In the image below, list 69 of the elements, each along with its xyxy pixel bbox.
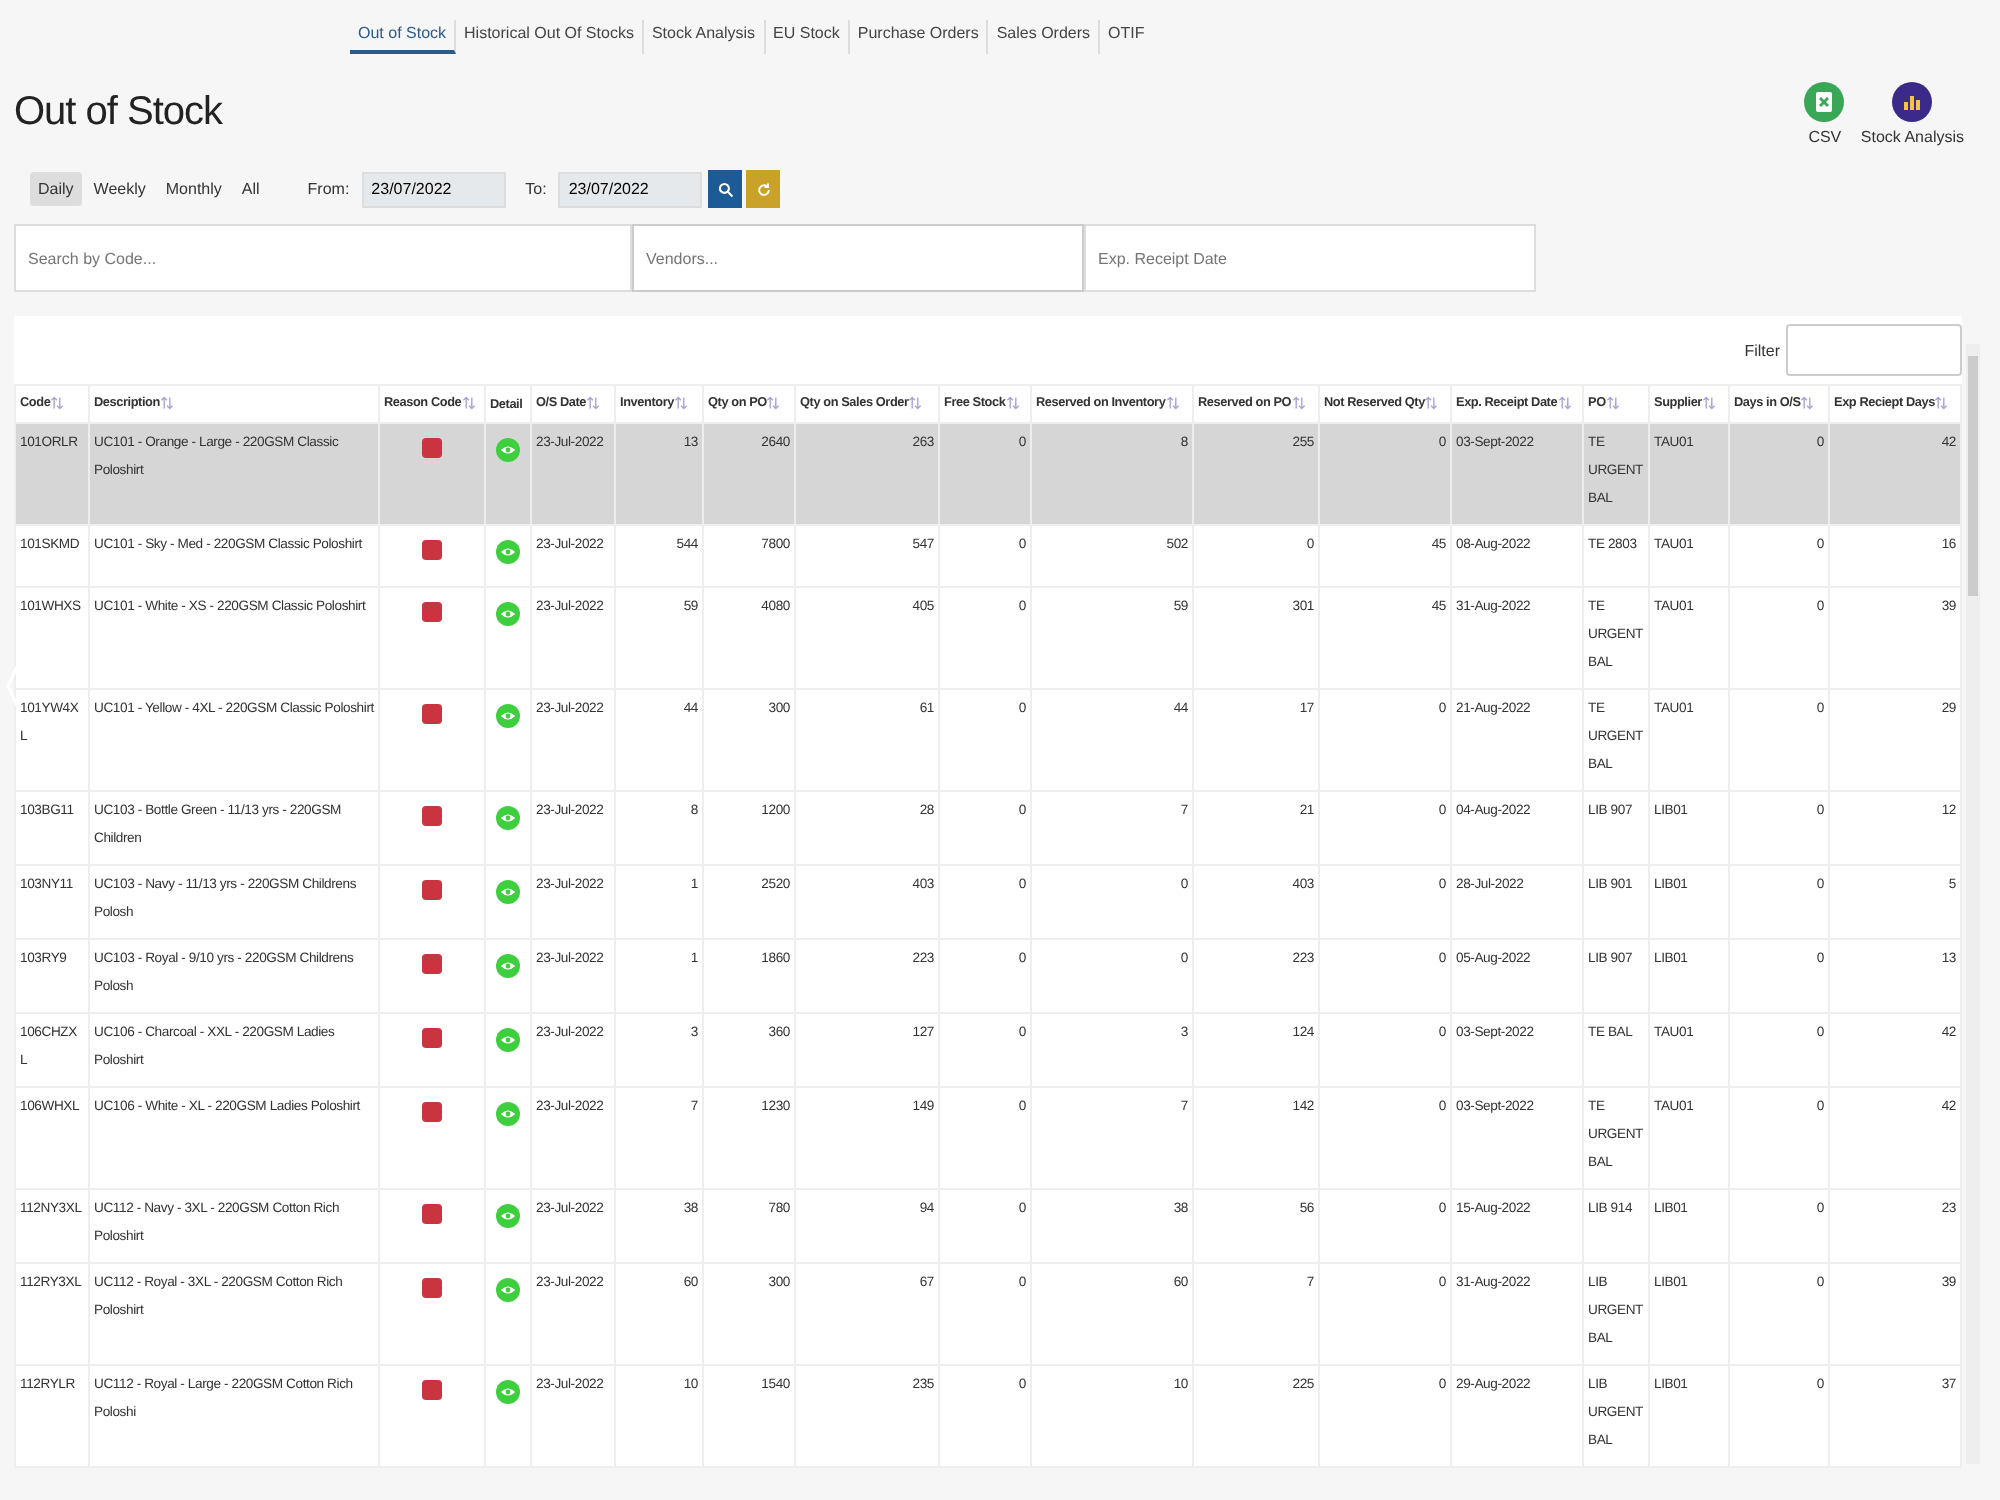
- view-detail-icon[interactable]: [496, 602, 520, 626]
- filter-label: Filter: [1744, 341, 1780, 359]
- sort-icon: [1800, 396, 1815, 411]
- from-label: From:: [305, 180, 352, 198]
- nav-tab[interactable]: OTIF: [1100, 20, 1153, 54]
- reason-code-icon: [422, 954, 442, 974]
- reason-code-icon: [422, 540, 442, 560]
- view-detail-icon[interactable]: [496, 1102, 520, 1126]
- sort-icon: [159, 396, 174, 411]
- view-detail-icon[interactable]: [496, 1380, 520, 1404]
- nav-tab[interactable]: Historical Out Of Stocks: [456, 20, 644, 54]
- view-detail-icon[interactable]: [496, 540, 520, 564]
- nav-tab[interactable]: Out of Stock: [350, 20, 457, 54]
- reason-code-icon: [422, 1380, 442, 1400]
- reason-code-icon: [422, 1102, 442, 1122]
- view-detail-icon[interactable]: [496, 880, 520, 904]
- reason-code-icon: [422, 806, 442, 826]
- chart-icon: [1892, 82, 1933, 122]
- period-tab[interactable]: Weekly: [85, 172, 154, 206]
- sort-icon: [1934, 396, 1949, 411]
- nav-tab[interactable]: Purchase Orders: [849, 20, 989, 54]
- nav-tab[interactable]: EU Stock: [765, 20, 850, 54]
- reason-code-icon: [422, 438, 442, 458]
- view-detail-icon[interactable]: [496, 704, 520, 728]
- view-detail-icon[interactable]: [496, 438, 520, 462]
- sort-icon: [1291, 396, 1306, 411]
- sort-icon: [586, 396, 601, 411]
- csv-button[interactable]: CSV: [1804, 82, 1845, 146]
- reason-code-icon: [422, 602, 442, 622]
- sort-icon: [1005, 396, 1020, 411]
- nav-tab[interactable]: Stock Analysis: [643, 20, 766, 54]
- sort-icon: [673, 396, 688, 411]
- search-field[interactable]: Search by Code...: [14, 224, 632, 292]
- view-detail-icon[interactable]: [496, 1028, 520, 1052]
- search-icon: [717, 181, 734, 197]
- scrollbar[interactable]: [1966, 344, 1980, 1464]
- reason-code-icon: [422, 704, 442, 724]
- to-label: To:: [523, 180, 549, 198]
- filter-field[interactable]: [1786, 324, 1962, 376]
- search-field[interactable]: Vendors...: [632, 224, 1084, 292]
- sort-icon: [50, 396, 65, 411]
- view-detail-icon[interactable]: [496, 1204, 520, 1228]
- period-tab[interactable]: Monthly: [157, 172, 230, 206]
- sort-icon: [766, 396, 781, 411]
- reason-code-icon: [422, 1204, 442, 1224]
- sort-icon: [1701, 396, 1716, 411]
- sort-icon: [1557, 396, 1572, 411]
- nav-tab[interactable]: Sales Orders: [988, 20, 1101, 54]
- reason-code-icon: [422, 1278, 442, 1298]
- reason-code-icon: [422, 1028, 442, 1048]
- date-field[interactable]: 23/07/2022: [558, 171, 703, 207]
- sort-icon: [1605, 396, 1620, 411]
- reason-code-icon: [422, 880, 442, 900]
- spreadsheet-icon: [1804, 82, 1845, 122]
- search-field[interactable]: Exp. Receipt Date: [1084, 224, 1536, 292]
- view-detail-icon[interactable]: [496, 1278, 520, 1302]
- sort-icon: [1165, 396, 1180, 411]
- sort-icon: [1424, 396, 1439, 411]
- refresh-icon: [755, 181, 772, 197]
- page-title: Out of Stock: [14, 90, 223, 138]
- period-tab[interactable]: All: [233, 172, 268, 206]
- view-detail-icon[interactable]: [496, 954, 520, 978]
- period-tab[interactable]: Daily: [30, 172, 82, 206]
- date-field[interactable]: 23/07/2022: [361, 171, 506, 207]
- search-button[interactable]: [708, 170, 743, 208]
- sort-icon: [908, 396, 923, 411]
- stock-analysis-button[interactable]: Stock Analysis: [1860, 82, 1964, 146]
- view-detail-icon[interactable]: [496, 806, 520, 830]
- sort-icon: [461, 396, 476, 411]
